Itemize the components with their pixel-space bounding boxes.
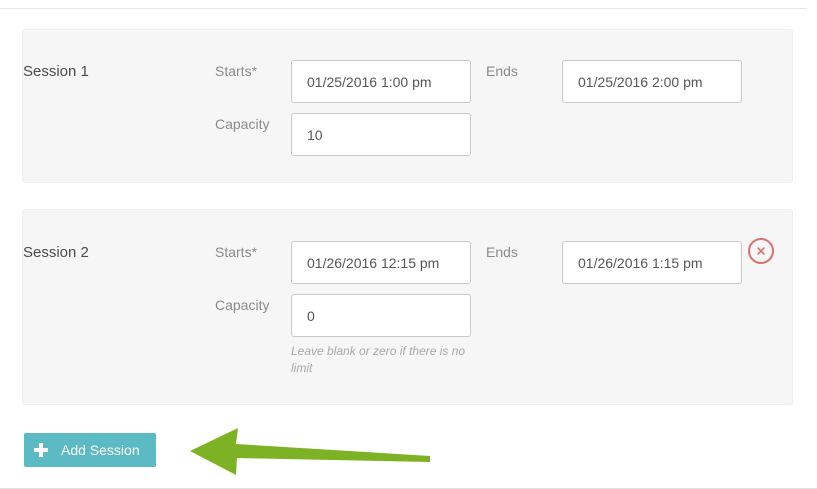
capacity-label: Capacity bbox=[215, 297, 270, 313]
session-1-capacity-input[interactable] bbox=[291, 113, 471, 156]
starts-label: Starts* bbox=[215, 63, 258, 79]
session-2-starts-input[interactable] bbox=[291, 241, 471, 284]
close-circle-icon bbox=[757, 247, 765, 255]
session-card-1: Session 1 Starts* Ends Capacity bbox=[22, 29, 793, 183]
session-2-ends-input[interactable] bbox=[562, 241, 742, 284]
top-divider bbox=[0, 8, 807, 9]
starts-label: Starts* bbox=[215, 244, 258, 260]
ends-label: Ends bbox=[486, 63, 518, 79]
session-1-ends-input[interactable] bbox=[562, 60, 742, 103]
session-title: Session 2 bbox=[23, 244, 89, 261]
session-2-capacity-input[interactable] bbox=[291, 294, 471, 337]
sessions-form: Session 1 Starts* Ends Capacity Session … bbox=[0, 0, 817, 489]
capacity-help-text: Leave blank or zero if there is no limit bbox=[291, 344, 466, 375]
session-card-2: Session 2 Starts* Ends Capacity Leave bl… bbox=[22, 209, 793, 405]
add-session-label: Add Session bbox=[61, 442, 140, 458]
session-title: Session 1 bbox=[23, 63, 89, 80]
add-session-button[interactable]: Add Session bbox=[24, 433, 156, 467]
capacity-label: Capacity bbox=[215, 116, 270, 132]
remove-session-button[interactable] bbox=[748, 238, 774, 264]
plus-icon bbox=[34, 443, 48, 457]
session-1-starts-input[interactable] bbox=[291, 60, 471, 103]
ends-label: Ends bbox=[486, 244, 518, 260]
